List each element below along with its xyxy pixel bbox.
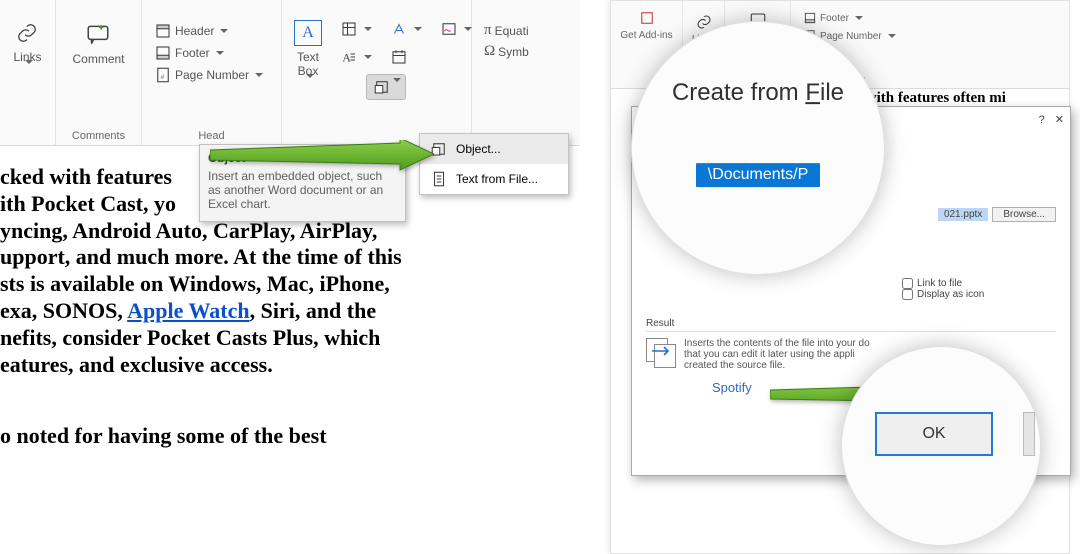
quickparts-button[interactable] xyxy=(336,18,376,40)
menu-item-object[interactable]: Object... xyxy=(420,134,568,164)
adjacent-button-edge xyxy=(1023,412,1035,456)
comment-label: Comment xyxy=(72,52,124,66)
quickparts-icon xyxy=(340,20,358,38)
file-name-field[interactable]: 021.pptx xyxy=(938,208,988,221)
header-button[interactable]: Header xyxy=(150,20,273,42)
header-label: Header xyxy=(175,24,214,38)
textbox-icon: A xyxy=(294,20,322,46)
dropcap-button[interactable]: A xyxy=(336,46,376,68)
apple-watch-link[interactable]: Apple Watch xyxy=(127,298,249,323)
help-button[interactable]: ? xyxy=(1039,114,1045,126)
group-text: A Text Box A xyxy=(282,0,472,145)
chevron-down-icon xyxy=(303,78,314,92)
textbox-button[interactable]: A Text Box xyxy=(290,18,326,94)
link-icon xyxy=(695,13,713,31)
doc-line: o noted for having some of the best xyxy=(0,423,460,450)
group-symbols: π Equati Ω Symb xyxy=(472,0,552,145)
menu-item-text-from-file[interactable]: Text from File... xyxy=(420,164,568,194)
object-icon xyxy=(373,78,391,96)
right-app-window: Get Add-ins Links Comment Comments Foote… xyxy=(610,0,1070,554)
footer-icon xyxy=(803,11,817,25)
footer-label: Footer xyxy=(175,46,210,60)
addins-icon xyxy=(638,9,656,27)
file-path-field[interactable]: \Documents/P xyxy=(696,163,820,187)
tooltip-body: Insert an embedded object, such as anoth… xyxy=(208,169,397,211)
comment-icon xyxy=(82,22,114,48)
close-button[interactable]: ✕ xyxy=(1055,113,1064,126)
pagenum-r-label: Page Number xyxy=(820,31,882,42)
links-button[interactable]: Links xyxy=(9,20,45,80)
datetime-icon xyxy=(390,48,408,66)
chevron-down-icon xyxy=(22,64,33,78)
doc-line: upport, and much more. At the time of th… xyxy=(0,244,460,271)
result-text: Inserts the contents of the file into yo… xyxy=(684,338,870,371)
arrow-icon xyxy=(650,342,674,360)
wordart-icon xyxy=(390,20,408,38)
menu-object-label: Object... xyxy=(456,142,501,156)
footer-r-label: Footer xyxy=(820,13,849,24)
link-to-file-checkbox[interactable]: Link to file xyxy=(902,278,1056,289)
page-number-icon: # xyxy=(154,66,172,84)
zoom-lens-bottom: OK xyxy=(841,346,1041,546)
browse-button[interactable]: Browse... xyxy=(992,207,1056,222)
object-split-button[interactable] xyxy=(366,74,406,100)
addins-label: Get Add-ins xyxy=(619,30,674,41)
equation-label: Equati xyxy=(495,24,529,38)
ok-button[interactable]: OK xyxy=(875,412,993,456)
object-dropdown: Object... Text from File... xyxy=(419,133,569,195)
callout-arrow xyxy=(210,140,434,174)
left-app-window: S Links Comment Comments Header F xyxy=(0,0,580,500)
symbol-icon: Ω xyxy=(484,43,495,60)
link-icon xyxy=(14,22,40,44)
doc-line: sts is available on Windows, Mac, iPhone… xyxy=(0,271,460,298)
datetime-button[interactable] xyxy=(386,46,412,68)
doc-line: nefits, consider Pocket Casts Plus, whic… xyxy=(0,325,460,352)
group-comments: Comment Comments xyxy=(56,0,142,145)
footer-r-button[interactable]: Footer xyxy=(799,9,903,27)
equation-icon: π xyxy=(484,22,492,39)
dropcap-icon: A xyxy=(340,48,358,66)
symbol-button[interactable]: Ω Symb xyxy=(480,41,544,62)
doc-line: eatures, and exclusive access. xyxy=(0,352,460,379)
header-icon xyxy=(154,22,172,40)
comment-button[interactable]: Comment xyxy=(68,20,128,68)
group-header-footer: Header Footer # Page Number Head xyxy=(142,0,282,145)
display-as-icon-checkbox[interactable]: Display as icon xyxy=(902,289,1056,300)
doc-line: exa, SONOS, Apple Watch, Siri, and the xyxy=(0,298,460,325)
spotify-label: Spotify xyxy=(712,380,752,395)
result-label: Result xyxy=(646,318,1056,329)
group-links: Links xyxy=(0,0,56,145)
svg-text:A: A xyxy=(342,51,351,65)
footer-button[interactable]: Footer xyxy=(150,42,273,64)
page-number-label: Page Number xyxy=(175,68,249,82)
footer-icon xyxy=(154,44,172,62)
comments-group-label: Comments xyxy=(56,130,141,142)
result-icon xyxy=(646,338,676,368)
ribbon: Links Comment Comments Header Footer # P xyxy=(0,0,580,146)
equation-button[interactable]: π Equati xyxy=(480,20,544,41)
symbol-label: Symb xyxy=(498,45,529,59)
page-number-button[interactable]: # Page Number xyxy=(150,64,273,86)
zoom-lens-top: Create from File \Documents/P xyxy=(631,21,885,275)
chevron-down-icon xyxy=(390,82,401,96)
create-from-file-tab[interactable]: Create from File xyxy=(645,79,871,107)
svg-text:#: # xyxy=(161,75,165,81)
menu-text-file-label: Text from File... xyxy=(456,172,538,186)
wordart-button[interactable] xyxy=(386,18,426,40)
signature-icon xyxy=(440,20,458,38)
signature-button[interactable] xyxy=(436,18,476,40)
